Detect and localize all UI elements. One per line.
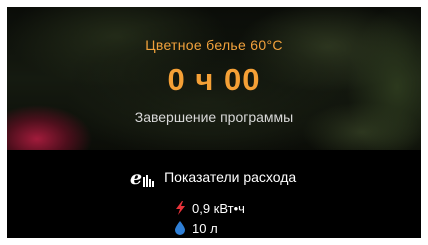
water-drop-icon (174, 221, 186, 235)
eco-consumption-icon: e (130, 167, 155, 188)
appliance-display: Цветное белье 60°C 0 ч 00 Завершение про… (7, 7, 421, 238)
water-consumption-row: 10 л (174, 220, 218, 236)
consumption-title: Показатели расхода (164, 169, 297, 185)
program-status: Завершение программы (134, 109, 294, 125)
water-value: 10 л (192, 220, 218, 236)
energy-consumption-row: 0,9 кВт•ч (174, 200, 245, 216)
lightning-icon (174, 201, 186, 215)
consumption-header: e Показатели расхода (130, 165, 296, 189)
energy-value: 0,9 кВт•ч (192, 200, 245, 216)
remaining-time: 0 ч 00 (167, 62, 261, 97)
program-name: Цветное белье 60°C (145, 37, 283, 53)
